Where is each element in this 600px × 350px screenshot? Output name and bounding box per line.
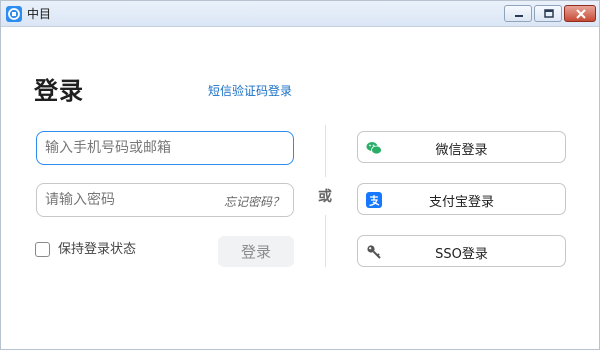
alipay-login-button[interactable]: 支付宝登录 xyxy=(357,183,566,215)
close-button[interactable] xyxy=(564,5,596,22)
minimize-icon xyxy=(515,15,523,17)
sso-login-label: SSO登录 xyxy=(435,247,488,262)
alipay-login-label: 支付宝登录 xyxy=(428,195,494,210)
remember-checkbox[interactable] xyxy=(35,242,50,257)
maximize-icon xyxy=(544,9,554,18)
forgot-password-link[interactable]: 忘记密码？ xyxy=(224,193,284,210)
wechat-login-label: 微信登录 xyxy=(435,143,488,158)
login-button[interactable]: 登录 xyxy=(218,236,294,267)
sms-login-link[interactable]: 短信验证码登录 xyxy=(208,82,292,99)
remember-label: 保持登录状态 xyxy=(58,242,137,257)
sso-login-button[interactable]: SSO登录 xyxy=(357,235,566,267)
page-title: 登录 xyxy=(34,77,84,105)
title-bar[interactable]: 中目 xyxy=(1,1,599,27)
maximize-button[interactable] xyxy=(534,5,562,22)
divider xyxy=(325,125,326,177)
or-separator: 或 xyxy=(318,189,332,205)
window-title: 中目 xyxy=(27,7,52,21)
username-field xyxy=(36,131,294,165)
minimize-button[interactable] xyxy=(504,5,532,22)
close-icon xyxy=(576,9,586,19)
password-field: 忘记密码？ xyxy=(36,183,294,217)
wechat-login-button[interactable]: 微信登录 xyxy=(357,131,566,163)
divider xyxy=(325,215,326,267)
app-logo-icon xyxy=(6,6,22,22)
login-window: 中目 登录 短信验证码登录 忘记密码？ 保持登录状态 登录 xyxy=(0,0,600,350)
username-input[interactable] xyxy=(37,132,293,164)
